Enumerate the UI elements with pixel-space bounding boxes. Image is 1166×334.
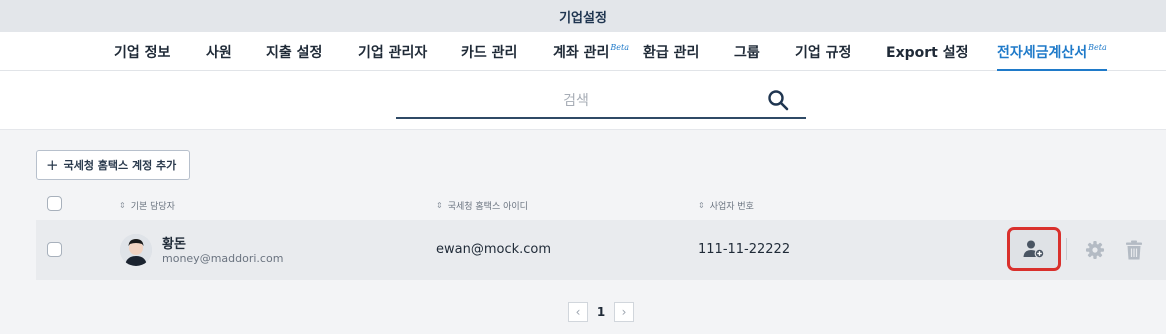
- column-header-business-number[interactable]: ⇕ 사업자 번호: [698, 192, 754, 218]
- table-header: ⇕ 기본 담당자 ⇕ 국세청 홈택스 아이디 ⇕ 사업자 번호: [36, 192, 1166, 218]
- sort-icon: ⇕: [698, 200, 705, 210]
- tab-refund-management[interactable]: 환급 관리: [643, 32, 699, 71]
- sort-icon: ⇕: [119, 200, 126, 210]
- row-checkbox[interactable]: [47, 242, 62, 257]
- manager-email: money@maddori.com: [162, 252, 284, 265]
- manager-name: 황돈: [162, 237, 186, 252]
- tab-company-admins[interactable]: 기업 관리자: [358, 32, 427, 71]
- tab-card-management[interactable]: 카드 관리: [461, 32, 517, 71]
- search-icon[interactable]: [766, 88, 790, 112]
- user-plus-icon: [1023, 240, 1045, 259]
- tab-account-management[interactable]: 계좌 관리 Beta: [553, 32, 629, 71]
- add-user-button[interactable]: [1007, 227, 1061, 271]
- hometax-id: ewan@mock.com: [436, 242, 552, 257]
- action-divider: [1066, 238, 1067, 260]
- beta-badge: Beta: [1088, 42, 1107, 52]
- beta-badge: Beta: [610, 42, 630, 52]
- pagination-current-page[interactable]: 1: [592, 302, 610, 322]
- chevron-left-icon: ‹: [575, 305, 581, 319]
- column-header-hometax-id[interactable]: ⇕ 국세청 홈택스 아이디: [436, 192, 528, 218]
- avatar: [120, 234, 152, 266]
- tab-export-settings[interactable]: Export 설정: [886, 32, 968, 71]
- column-header-primary-manager[interactable]: ⇕ 기본 담당자: [119, 192, 175, 218]
- business-number: 111-11-22222: [698, 242, 791, 257]
- sort-icon: ⇕: [436, 200, 443, 210]
- tab-company-info[interactable]: 기업 정보: [114, 32, 170, 71]
- tab-expense-settings[interactable]: 지출 설정: [266, 32, 322, 71]
- search-bar: [396, 83, 806, 119]
- add-hometax-account-button[interactable]: + 국세청 홈택스 계정 추가: [36, 150, 190, 180]
- select-all-checkbox[interactable]: [47, 196, 62, 211]
- chevron-right-icon: ›: [621, 305, 627, 319]
- trash-icon[interactable]: [1125, 240, 1143, 260]
- pagination-prev-button[interactable]: ‹: [568, 302, 588, 322]
- settings-tab-bar: 기업 정보 사원 지출 설정 기업 관리자 카드 관리 계좌 관리 Beta 환급…: [0, 32, 1166, 71]
- window-title: 기업설정: [559, 10, 607, 26]
- pagination-next-button[interactable]: ›: [614, 302, 634, 322]
- search-input[interactable]: [396, 89, 756, 113]
- tab-employees[interactable]: 사원: [206, 32, 232, 71]
- table-row: 황돈 money@maddori.com ewan@mock.com 111-1…: [36, 220, 1166, 280]
- window-titlebar: 기업설정: [0, 0, 1166, 32]
- search-section: [0, 71, 1166, 130]
- tab-e-tax-invoice[interactable]: 전자세금계산서 Beta: [997, 32, 1107, 71]
- gear-icon[interactable]: [1085, 240, 1105, 260]
- tab-groups[interactable]: 그룹: [734, 32, 760, 71]
- plus-icon: +: [46, 155, 59, 174]
- tab-company-policy[interactable]: 기업 규정: [795, 32, 851, 71]
